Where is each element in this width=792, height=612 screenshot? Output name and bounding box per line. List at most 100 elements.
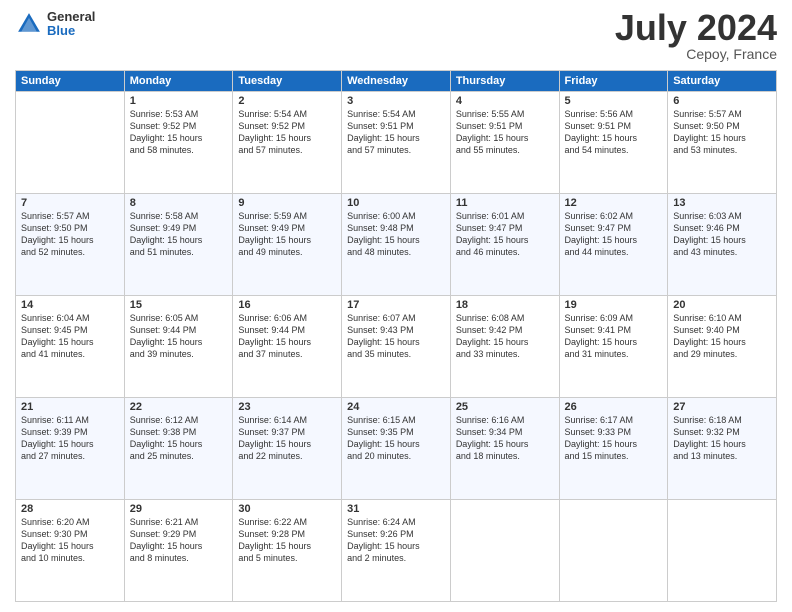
calendar-cell: 11Sunrise: 6:01 AMSunset: 9:47 PMDayligh… (450, 194, 559, 296)
calendar-cell: 18Sunrise: 6:08 AMSunset: 9:42 PMDayligh… (450, 296, 559, 398)
day-info: Sunrise: 5:55 AMSunset: 9:51 PMDaylight:… (456, 108, 554, 157)
calendar-table: SundayMondayTuesdayWednesdayThursdayFrid… (15, 70, 777, 602)
day-number: 22 (130, 401, 228, 413)
day-number: 4 (456, 95, 554, 107)
day-number: 15 (130, 299, 228, 311)
calendar-cell: 29Sunrise: 6:21 AMSunset: 9:29 PMDayligh… (124, 500, 233, 602)
calendar-cell: 22Sunrise: 6:12 AMSunset: 9:38 PMDayligh… (124, 398, 233, 500)
week-row-3: 14Sunrise: 6:04 AMSunset: 9:45 PMDayligh… (16, 296, 777, 398)
day-info: Sunrise: 6:07 AMSunset: 9:43 PMDaylight:… (347, 312, 445, 361)
calendar-cell: 31Sunrise: 6:24 AMSunset: 9:26 PMDayligh… (342, 500, 451, 602)
calendar-cell: 3Sunrise: 5:54 AMSunset: 9:51 PMDaylight… (342, 92, 451, 194)
logo-icon (15, 10, 43, 38)
day-info: Sunrise: 6:20 AMSunset: 9:30 PMDaylight:… (21, 516, 119, 565)
day-info: Sunrise: 6:02 AMSunset: 9:47 PMDaylight:… (565, 210, 663, 259)
calendar-cell: 13Sunrise: 6:03 AMSunset: 9:46 PMDayligh… (668, 194, 777, 296)
day-info: Sunrise: 5:58 AMSunset: 9:49 PMDaylight:… (130, 210, 228, 259)
calendar-cell: 5Sunrise: 5:56 AMSunset: 9:51 PMDaylight… (559, 92, 668, 194)
col-header-saturday: Saturday (668, 71, 777, 92)
calendar-cell: 4Sunrise: 5:55 AMSunset: 9:51 PMDaylight… (450, 92, 559, 194)
day-info: Sunrise: 6:18 AMSunset: 9:32 PMDaylight:… (673, 414, 771, 463)
calendar-cell: 19Sunrise: 6:09 AMSunset: 9:41 PMDayligh… (559, 296, 668, 398)
col-header-tuesday: Tuesday (233, 71, 342, 92)
day-info: Sunrise: 6:09 AMSunset: 9:41 PMDaylight:… (565, 312, 663, 361)
calendar-cell: 23Sunrise: 6:14 AMSunset: 9:37 PMDayligh… (233, 398, 342, 500)
calendar-cell: 17Sunrise: 6:07 AMSunset: 9:43 PMDayligh… (342, 296, 451, 398)
calendar-cell (668, 500, 777, 602)
day-number: 14 (21, 299, 119, 311)
calendar-cell: 27Sunrise: 6:18 AMSunset: 9:32 PMDayligh… (668, 398, 777, 500)
day-info: Sunrise: 6:15 AMSunset: 9:35 PMDaylight:… (347, 414, 445, 463)
calendar-cell: 1Sunrise: 5:53 AMSunset: 9:52 PMDaylight… (124, 92, 233, 194)
day-info: Sunrise: 6:00 AMSunset: 9:48 PMDaylight:… (347, 210, 445, 259)
day-info: Sunrise: 5:53 AMSunset: 9:52 PMDaylight:… (130, 108, 228, 157)
week-row-5: 28Sunrise: 6:20 AMSunset: 9:30 PMDayligh… (16, 500, 777, 602)
calendar-cell: 28Sunrise: 6:20 AMSunset: 9:30 PMDayligh… (16, 500, 125, 602)
day-info: Sunrise: 6:21 AMSunset: 9:29 PMDaylight:… (130, 516, 228, 565)
day-info: Sunrise: 5:57 AMSunset: 9:50 PMDaylight:… (21, 210, 119, 259)
calendar-cell: 7Sunrise: 5:57 AMSunset: 9:50 PMDaylight… (16, 194, 125, 296)
day-info: Sunrise: 6:17 AMSunset: 9:33 PMDaylight:… (565, 414, 663, 463)
day-info: Sunrise: 5:57 AMSunset: 9:50 PMDaylight:… (673, 108, 771, 157)
day-info: Sunrise: 6:11 AMSunset: 9:39 PMDaylight:… (21, 414, 119, 463)
day-number: 2 (238, 95, 336, 107)
day-info: Sunrise: 5:54 AMSunset: 9:52 PMDaylight:… (238, 108, 336, 157)
header: General Blue July 2024 Cepoy, France (15, 10, 777, 62)
day-number: 23 (238, 401, 336, 413)
day-number: 8 (130, 197, 228, 209)
day-number: 19 (565, 299, 663, 311)
title-month: July 2024 (615, 10, 777, 46)
day-number: 17 (347, 299, 445, 311)
calendar-cell: 2Sunrise: 5:54 AMSunset: 9:52 PMDaylight… (233, 92, 342, 194)
calendar-cell: 16Sunrise: 6:06 AMSunset: 9:44 PMDayligh… (233, 296, 342, 398)
col-header-wednesday: Wednesday (342, 71, 451, 92)
day-number: 11 (456, 197, 554, 209)
day-number: 9 (238, 197, 336, 209)
calendar-cell (559, 500, 668, 602)
calendar-cell: 14Sunrise: 6:04 AMSunset: 9:45 PMDayligh… (16, 296, 125, 398)
calendar-cell: 24Sunrise: 6:15 AMSunset: 9:35 PMDayligh… (342, 398, 451, 500)
logo-general: General (47, 10, 95, 24)
day-number: 7 (21, 197, 119, 209)
day-info: Sunrise: 6:10 AMSunset: 9:40 PMDaylight:… (673, 312, 771, 361)
day-number: 20 (673, 299, 771, 311)
day-number: 29 (130, 503, 228, 515)
day-info: Sunrise: 5:59 AMSunset: 9:49 PMDaylight:… (238, 210, 336, 259)
day-number: 1 (130, 95, 228, 107)
day-number: 6 (673, 95, 771, 107)
calendar-cell: 9Sunrise: 5:59 AMSunset: 9:49 PMDaylight… (233, 194, 342, 296)
logo-text: General Blue (47, 10, 95, 39)
col-header-sunday: Sunday (16, 71, 125, 92)
day-number: 21 (21, 401, 119, 413)
page: General Blue July 2024 Cepoy, France Sun… (0, 0, 792, 612)
day-number: 3 (347, 95, 445, 107)
calendar-cell: 30Sunrise: 6:22 AMSunset: 9:28 PMDayligh… (233, 500, 342, 602)
logo-blue: Blue (47, 24, 95, 38)
logo: General Blue (15, 10, 95, 39)
day-info: Sunrise: 6:05 AMSunset: 9:44 PMDaylight:… (130, 312, 228, 361)
day-number: 27 (673, 401, 771, 413)
col-header-monday: Monday (124, 71, 233, 92)
day-number: 12 (565, 197, 663, 209)
day-number: 26 (565, 401, 663, 413)
calendar-cell: 20Sunrise: 6:10 AMSunset: 9:40 PMDayligh… (668, 296, 777, 398)
title-location: Cepoy, France (615, 46, 777, 62)
day-number: 30 (238, 503, 336, 515)
day-number: 31 (347, 503, 445, 515)
title-block: July 2024 Cepoy, France (615, 10, 777, 62)
day-number: 25 (456, 401, 554, 413)
day-number: 28 (21, 503, 119, 515)
week-row-4: 21Sunrise: 6:11 AMSunset: 9:39 PMDayligh… (16, 398, 777, 500)
week-row-2: 7Sunrise: 5:57 AMSunset: 9:50 PMDaylight… (16, 194, 777, 296)
calendar-cell (450, 500, 559, 602)
day-info: Sunrise: 6:24 AMSunset: 9:26 PMDaylight:… (347, 516, 445, 565)
day-info: Sunrise: 6:16 AMSunset: 9:34 PMDaylight:… (456, 414, 554, 463)
day-info: Sunrise: 6:03 AMSunset: 9:46 PMDaylight:… (673, 210, 771, 259)
day-number: 24 (347, 401, 445, 413)
calendar-cell: 25Sunrise: 6:16 AMSunset: 9:34 PMDayligh… (450, 398, 559, 500)
day-info: Sunrise: 5:54 AMSunset: 9:51 PMDaylight:… (347, 108, 445, 157)
col-header-friday: Friday (559, 71, 668, 92)
day-number: 16 (238, 299, 336, 311)
day-info: Sunrise: 6:06 AMSunset: 9:44 PMDaylight:… (238, 312, 336, 361)
day-info: Sunrise: 6:14 AMSunset: 9:37 PMDaylight:… (238, 414, 336, 463)
